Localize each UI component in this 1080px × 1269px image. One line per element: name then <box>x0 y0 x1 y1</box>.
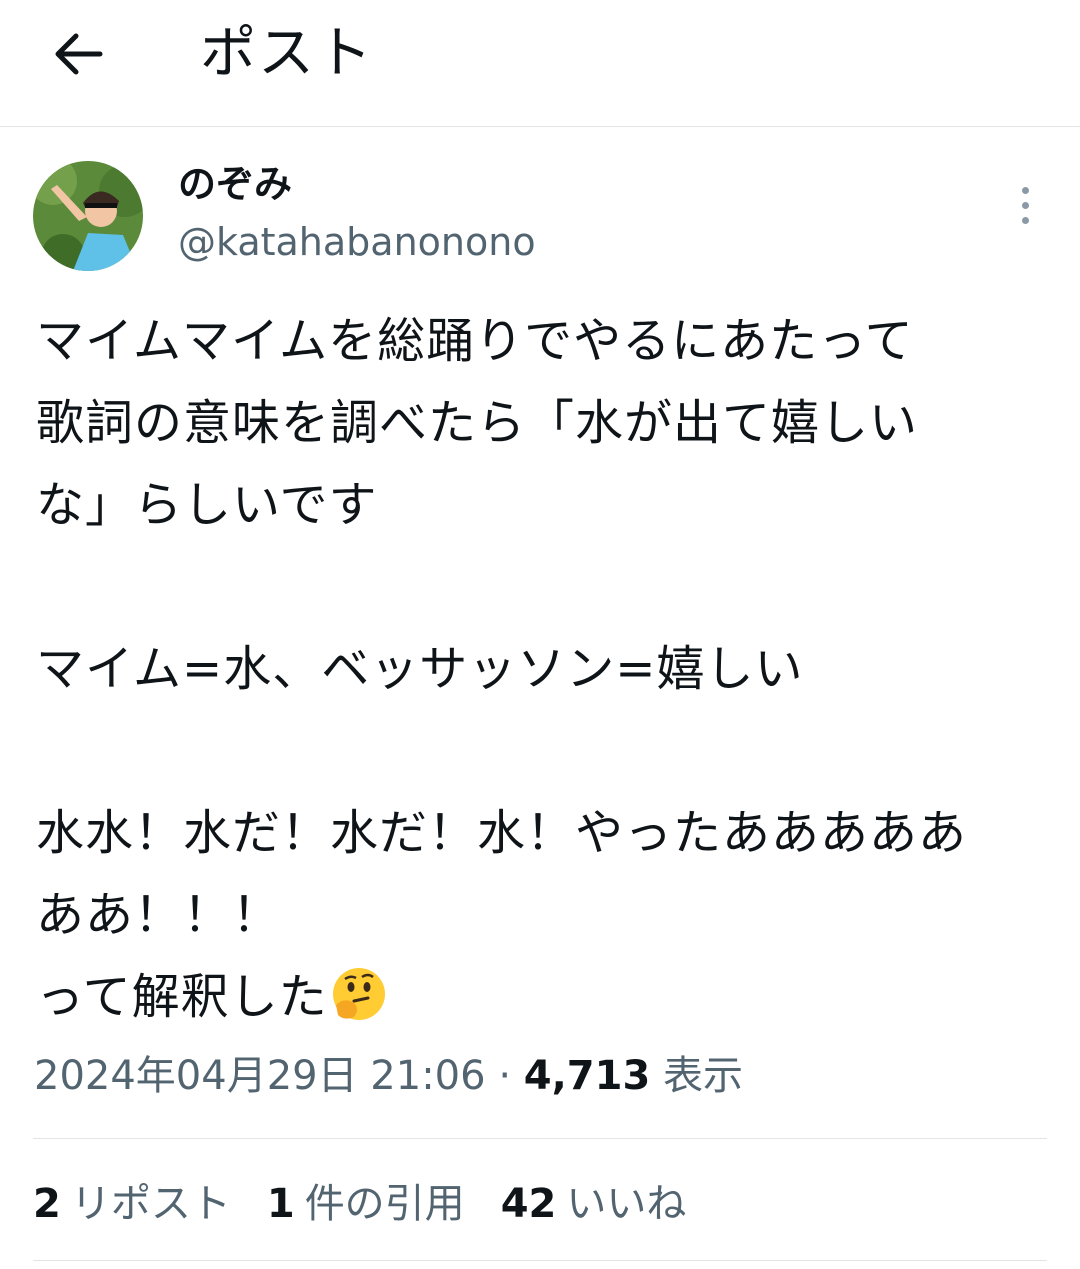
reposts-count: 2 <box>33 1181 61 1227</box>
reposts-label: リポスト <box>70 1181 231 1227</box>
divider <box>33 1260 1047 1261</box>
arrow-left-icon <box>55 33 103 75</box>
timestamp[interactable]: 2024年04月29日 21:06 <box>34 1053 486 1099</box>
reposts-stat[interactable]: 2 リポスト <box>33 1175 231 1233</box>
tweet-meta: 2024年04月29日 21:06 · 4,713 表示 <box>34 1048 743 1104</box>
engagement-stats: 2 リポスト 1 件の引用 42 いいね <box>33 1175 686 1233</box>
quotes-stat[interactable]: 1 件の引用 <box>267 1175 465 1233</box>
views-label: 表示 <box>663 1053 743 1099</box>
author-display-name[interactable]: のぞみ <box>178 158 292 210</box>
avatar[interactable] <box>33 161 143 271</box>
likes-stat[interactable]: 42 いいね <box>501 1175 687 1233</box>
page-title: ポスト <box>200 21 374 86</box>
author-handle[interactable]: @katahabanonono <box>178 216 536 268</box>
likes-label: いいね <box>566 1181 687 1227</box>
meta-separator: · <box>498 1053 512 1099</box>
top-bar: ポスト <box>0 0 1080 127</box>
tweet-text: マイムマイムを総踊りでやるにあたって 歌詞の意味を調べたら「水が出て嬉しい な」… <box>36 313 968 1025</box>
quotes-count: 1 <box>266 1181 295 1227</box>
quotes-label: 件の引用 <box>304 1181 465 1227</box>
likes-count: 42 <box>500 1181 557 1227</box>
divider <box>33 1138 1047 1139</box>
more-options-icon[interactable] <box>1004 182 1046 228</box>
tweet-body: マイムマイムを総踊りでやるにあたって 歌詞の意味を調べたら「水が出て嬉しい な」… <box>36 300 1046 1048</box>
thinking-face-icon <box>330 965 388 1048</box>
views-count: 4,713 <box>523 1053 651 1099</box>
back-button[interactable] <box>44 20 112 88</box>
